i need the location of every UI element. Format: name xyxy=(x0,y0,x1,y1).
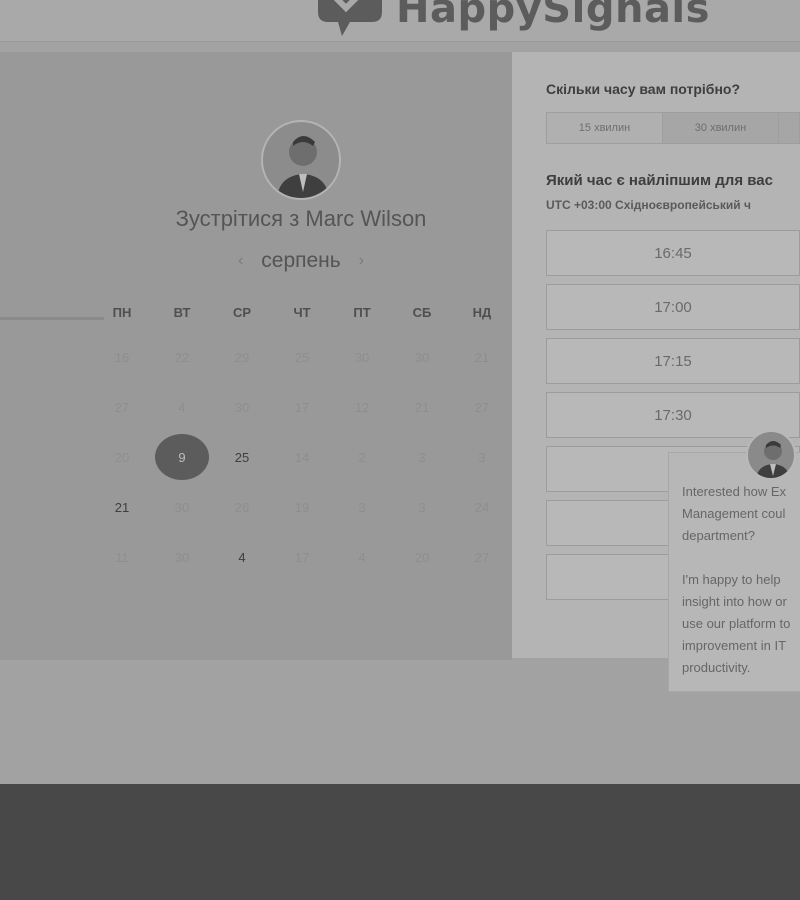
calendar-day-available[interactable]: 4 xyxy=(212,532,272,582)
calendar-day: 30 xyxy=(414,349,430,365)
chat-line: productivity. xyxy=(682,660,751,675)
progress-line xyxy=(0,317,104,320)
logo: HappySignals xyxy=(312,0,710,36)
next-month-icon[interactable]: › xyxy=(359,252,364,270)
calendar-day: 3 xyxy=(358,499,366,515)
weekday-label: СР xyxy=(232,305,252,320)
calendar-day: 17 xyxy=(294,549,310,565)
calendar-day: 27 xyxy=(474,399,490,415)
calendar-day: 30 xyxy=(174,499,190,515)
calendar-panel: Зустрітися з Marc Wilson ‹ серпень › ПН … xyxy=(0,52,512,660)
time-slot[interactable]: 17:15 xyxy=(546,338,800,384)
weekday-header: ПН ВТ СР ЧТ ПТ СБ НД xyxy=(92,305,512,320)
calendar-day-selected[interactable]: 9 xyxy=(152,432,212,482)
chat-line: Management coul xyxy=(682,506,786,521)
chat-line: Interested how Ex xyxy=(682,484,787,499)
calendar-grid: 16 22 29 25 30 30 21 27 4 30 17 12 21 27… xyxy=(92,332,512,582)
calendar-day: 21 xyxy=(414,399,430,415)
calendar-day: 3 xyxy=(418,499,426,515)
calendar-day: 25 xyxy=(294,349,310,365)
calendar-day: 4 xyxy=(178,399,186,415)
prev-month-icon[interactable]: ‹ xyxy=(238,252,243,270)
calendar-day: 4 xyxy=(358,549,366,565)
footer xyxy=(0,784,800,900)
calendar-day: 27 xyxy=(114,399,130,415)
calendar-day: 11 xyxy=(115,549,129,565)
chat-avatar[interactable] xyxy=(746,430,796,480)
duration-question: Скільки часу вам потрібно? xyxy=(546,81,741,97)
weekday-label: ЧТ xyxy=(293,305,311,320)
weekday-label: ПТ xyxy=(353,305,371,320)
calendar-day: 3 xyxy=(418,449,426,465)
duration-selector: 15 хвилин 30 хвилин xyxy=(546,112,800,144)
calendar-day: 24 xyxy=(474,499,490,515)
logo-text: HappySignals xyxy=(396,0,710,32)
calendar-day: 30 xyxy=(354,349,370,365)
calendar-day: 26 xyxy=(234,499,250,515)
calendar-day: 14 xyxy=(294,449,310,465)
calendar-day: 17 xyxy=(294,399,310,415)
calendar-day: 12 xyxy=(354,399,370,415)
timezone-label[interactable]: UTC +03:00 Східноєвропейський ч xyxy=(546,198,751,212)
chat-line: I'm happy to help xyxy=(682,572,781,587)
page: HappySignals Зустрітися з Marc Wilson ‹ … xyxy=(0,0,800,900)
calendar-day: 22 xyxy=(174,349,190,365)
calendar-day: 19 xyxy=(294,499,310,515)
time-slot[interactable]: 16:45 xyxy=(546,230,800,276)
calendar-day: 30 xyxy=(234,399,250,415)
chat-line: use our platform to xyxy=(682,616,791,631)
duration-option-15[interactable]: 15 хвилин xyxy=(547,113,663,143)
duration-option-30[interactable]: 30 хвилин xyxy=(663,113,779,143)
chat-message: Interested how Ex Management coul depart… xyxy=(682,481,800,701)
weekday-label: ПН xyxy=(112,305,132,320)
chat-line: insight into how or xyxy=(682,594,787,609)
selected-day-label: 9 xyxy=(155,434,209,480)
calendar-day: 20 xyxy=(414,549,430,565)
weekday-label: СБ xyxy=(412,305,432,320)
person-icon xyxy=(277,136,329,198)
calendar-day-available[interactable]: 21 xyxy=(92,482,152,532)
calendar-day: 16 xyxy=(114,349,130,365)
calendar-day: 30 xyxy=(174,549,190,565)
avatar xyxy=(261,120,341,200)
calendar-day: 20 xyxy=(114,449,130,465)
calendar-day: 27 xyxy=(474,549,490,565)
month-label: серпень xyxy=(261,249,341,272)
chat-line: improvement in IT xyxy=(682,638,787,653)
calendar-day: 21 xyxy=(474,349,490,365)
weekday-label: ВТ xyxy=(173,305,191,320)
chat-line: department? xyxy=(682,528,755,543)
calendar-day-available[interactable]: 25 xyxy=(212,432,272,482)
time-question: Який час є найліпшим для вас xyxy=(546,172,773,189)
header: HappySignals xyxy=(0,0,800,42)
chat-bubble-icon xyxy=(318,0,382,36)
calendar-day: 29 xyxy=(234,349,250,365)
calendar-day: 3 xyxy=(478,449,486,465)
weekday-label: НД xyxy=(472,305,492,320)
calendar-day: 2 xyxy=(358,449,366,465)
time-slot[interactable]: 17:00 xyxy=(546,284,800,330)
